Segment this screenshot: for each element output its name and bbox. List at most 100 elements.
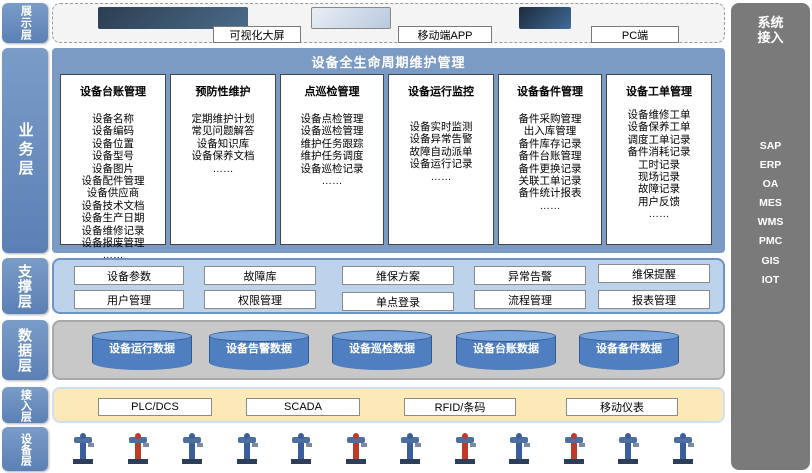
business-list-item: 设备配件管理 bbox=[81, 175, 145, 188]
business-column-list: 设备点检管理 设备巡检管理 维护任务跟踪 维护任务调度 设备巡检记录…… bbox=[281, 113, 383, 187]
business-list-item: 调度工单记录 bbox=[627, 133, 691, 146]
support-item: 故障库 bbox=[204, 266, 316, 285]
business-column-ledger: 设备台账管理 设备名称 设备编码 设备位置 设备型号 设备图片 设备配件管理 设备供应商 设备… bbox=[60, 74, 166, 261]
industrial-equipment-icon bbox=[506, 431, 532, 465]
business-list-item: 备件统计报表 bbox=[518, 187, 582, 200]
data-layer: 设备运行数据 设备告警数据 设备巡检数据 设备台账数据 设备备件数据 bbox=[52, 320, 725, 380]
database-cylinder: 设备告警数据 bbox=[209, 330, 309, 370]
business-column-spare-parts: 设备备件管理 备件采购管理 出入库管理 备件库存记录 备件台账管理 备件更换记录 关联工单… bbox=[498, 74, 602, 245]
display-layer: 可视化大屏 移动端APP PC端 bbox=[52, 3, 725, 43]
business-list-item: 备件消耗记录 bbox=[627, 146, 691, 159]
business-list-item: 设备知识库 bbox=[196, 137, 250, 150]
industrial-equipment-icon bbox=[343, 431, 369, 465]
industrial-equipment-icon bbox=[452, 431, 478, 465]
support-item-label: 故障库 bbox=[243, 270, 277, 283]
access-item: RFID/条码 bbox=[404, 398, 516, 416]
display-item-mobile-app-label: 移动端APP bbox=[417, 29, 473, 42]
database-cylinder: 设备巡检数据 bbox=[332, 330, 432, 370]
layer-label-device-text: 设备层 bbox=[19, 432, 32, 466]
support-item: 异常告警 bbox=[474, 266, 586, 285]
industrial-equipment-icon bbox=[125, 431, 151, 465]
layer-label-access-text: 接入层 bbox=[19, 388, 32, 422]
industrial-equipment-icon bbox=[397, 431, 423, 465]
support-item: 权限管理 bbox=[204, 290, 316, 309]
industrial-equipment-icon bbox=[561, 431, 587, 465]
business-column-preventive: 预防性维护 定期维护计划 常见问题解答 设备知识库 设备保养文档…… bbox=[170, 74, 276, 245]
database-cylinder: 设备备件数据 bbox=[579, 330, 679, 370]
business-list-item: 现场记录 bbox=[638, 171, 680, 184]
access-item: SCADA bbox=[246, 398, 360, 416]
access-item-label: SCADA bbox=[284, 401, 322, 413]
business-list-item: 设备异常告警 bbox=[409, 133, 473, 146]
business-list-item: 设备位置 bbox=[92, 137, 134, 150]
system-item: GIS bbox=[761, 254, 780, 267]
support-item-label: 异常告警 bbox=[508, 270, 552, 283]
support-item: 单点登录 bbox=[342, 292, 454, 311]
display-item-big-screen-label: 可视化大屏 bbox=[229, 29, 285, 42]
support-item-label: 用户管理 bbox=[107, 294, 151, 307]
business-list-item: …… bbox=[321, 175, 343, 188]
business-list-item: 设备型号 bbox=[92, 150, 134, 163]
support-item-label: 设备参数 bbox=[107, 270, 151, 283]
layer-label-support: 支撑层 bbox=[2, 258, 48, 314]
business-list-item: …… bbox=[648, 208, 670, 221]
database-cylinder: 设备台账数据 bbox=[456, 330, 556, 370]
business-column-title: 设备台账管理 bbox=[80, 86, 146, 98]
access-item: PLC/DCS bbox=[98, 398, 212, 416]
industrial-equipment-icon bbox=[179, 431, 205, 465]
display-item-pc-label: PC端 bbox=[621, 29, 649, 42]
mobile-app-preview-image bbox=[311, 7, 391, 29]
access-layer: PLC/DCS SCADA RFID/条码 移动仪表 bbox=[52, 387, 725, 423]
business-column-list: 定期维护计划 常见问题解答 设备知识库 设备保养文档…… bbox=[171, 113, 275, 175]
business-column-list: 设备名称 设备编码 设备位置 设备型号 设备图片 设备配件管理 设备供应商 设备技术文档 设备生… bbox=[61, 113, 165, 262]
support-item: 流程管理 bbox=[474, 290, 586, 309]
pc-preview-image bbox=[519, 7, 571, 29]
business-column-title: 预防性维护 bbox=[195, 86, 251, 98]
business-column-list: 设备实时监测 设备异常告警 故障自动派单 设备运行记录…… bbox=[389, 121, 493, 183]
business-column-work-orders: 设备工单管理 设备维修工单 设备保养工单 调度工单记录 备件消耗记录 工时记录 现场记录故… bbox=[606, 74, 712, 245]
business-list-item: 备件台账管理 bbox=[518, 150, 582, 163]
business-list-item: 设备编码 bbox=[92, 125, 134, 138]
business-list-item: 设备实时监测 bbox=[409, 121, 473, 133]
business-column-list: 设备维修工单 设备保养工单 调度工单记录 备件消耗记录 工时记录 现场记录 故障记录 用户反馈… bbox=[607, 109, 711, 221]
support-item-label: 维保提醒 bbox=[632, 268, 676, 281]
layer-label-display-text: 展示层 bbox=[19, 5, 32, 41]
business-list-item: 维护任务调度 bbox=[300, 150, 364, 163]
business-list-item: 设备生产日期 bbox=[81, 212, 145, 225]
business-list-item: 出入库管理 bbox=[523, 125, 577, 138]
business-list-item: 设备名称 bbox=[92, 113, 134, 125]
industrial-equipment-icon bbox=[615, 431, 641, 465]
business-list-item: 设备巡检记录 bbox=[300, 162, 364, 175]
business-column-title: 设备运行监控 bbox=[408, 86, 474, 98]
system-access-panel: 系统接入 SAP ERP OA MES WMS PMC GIS IOT bbox=[731, 3, 810, 470]
business-list-item: 设备巡检管理 bbox=[300, 125, 364, 138]
business-list-item: 工时记录 bbox=[638, 158, 680, 171]
business-column-title: 设备备件管理 bbox=[517, 86, 583, 98]
access-item-label: PLC/DCS bbox=[131, 401, 179, 413]
business-list-item: 设备报废管理 bbox=[81, 237, 145, 250]
layer-label-display: 展示层 bbox=[2, 3, 48, 43]
business-list-item: 备件采购管理 bbox=[518, 113, 582, 125]
support-item-label: 单点登录 bbox=[376, 296, 420, 309]
support-item: 维保方案 bbox=[342, 266, 454, 285]
database-label: 设备运行数据 bbox=[109, 343, 175, 355]
business-list-item: 设备维修工单 bbox=[627, 109, 691, 121]
database-label: 设备台账数据 bbox=[473, 343, 539, 355]
database-cylinder: 设备运行数据 bbox=[92, 330, 192, 370]
support-item-label: 流程管理 bbox=[508, 294, 552, 307]
business-list-item: 设备供应商 bbox=[86, 187, 140, 200]
business-column-title: 设备工单管理 bbox=[626, 86, 692, 98]
layer-label-business-text: 业务层 bbox=[16, 122, 34, 179]
industrial-equipment-icon bbox=[670, 431, 696, 465]
business-list-item: 设备保养文档 bbox=[191, 150, 255, 163]
business-list-item: 设备运行记录 bbox=[409, 158, 473, 171]
display-item-mobile-app: 移动端APP bbox=[398, 26, 492, 43]
access-item: 移动仪表 bbox=[566, 398, 678, 416]
system-item: MES bbox=[759, 197, 782, 210]
system-item: PMC bbox=[758, 235, 783, 248]
device-layer bbox=[52, 427, 725, 471]
business-list-item: 设备维修记录 bbox=[81, 224, 145, 237]
support-item: 设备参数 bbox=[74, 266, 184, 285]
system-access-title-text: 系统接入 bbox=[757, 15, 784, 45]
support-layer: 设备参数 故障库 维保方案 异常告警 维保提醒 用户管理 权限管理 单点登录 流… bbox=[52, 258, 725, 314]
